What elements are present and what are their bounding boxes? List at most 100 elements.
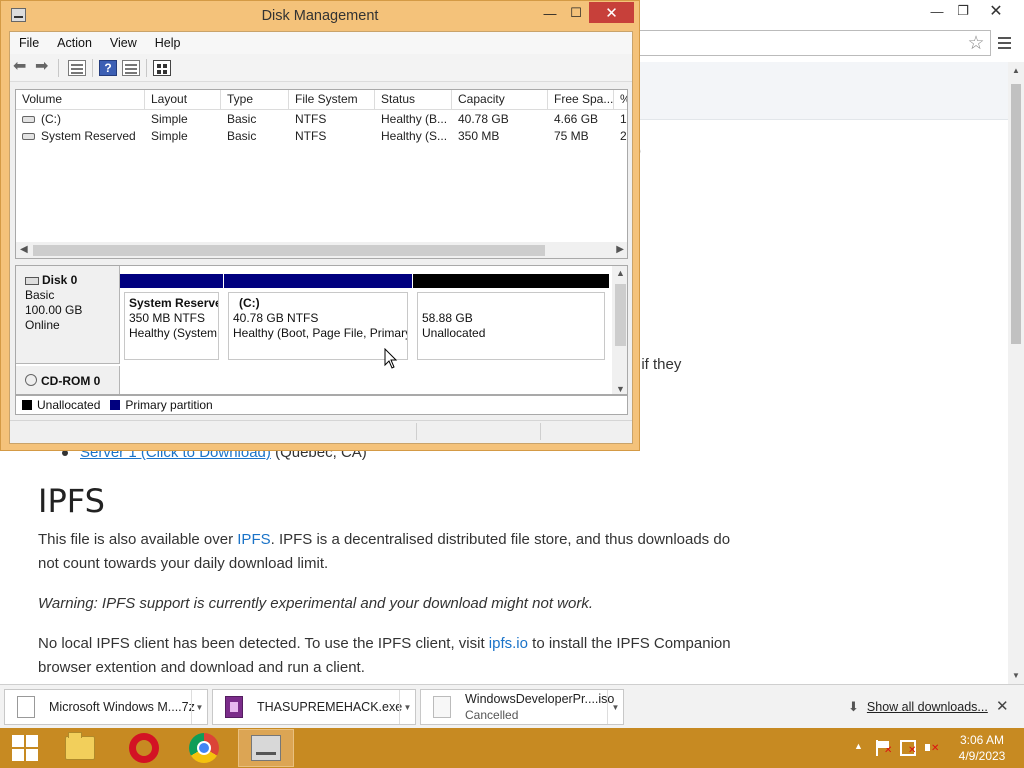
scroll-down-icon[interactable]: ▼ <box>1012 671 1020 680</box>
scroll-right-icon[interactable]: ▶ <box>616 244 624 255</box>
disk-state: Online <box>25 318 60 332</box>
cell-capacity: 350 MB <box>458 129 500 143</box>
partition-status: Healthy (System, <box>129 326 219 340</box>
chevron-down-icon[interactable]: ▼ <box>399 690 415 724</box>
cell-layout: Simple <box>151 112 188 126</box>
cell-layout: Simple <box>151 129 188 143</box>
partition-unallocated[interactable]: 58.88 GB Unallocated <box>413 274 609 364</box>
address-bar[interactable] <box>637 30 991 56</box>
column-type[interactable]: Type <box>221 90 289 109</box>
mouse-cursor-icon <box>384 348 398 369</box>
pane-splitter[interactable] <box>15 261 628 264</box>
action-center-flag-icon[interactable] <box>876 740 892 756</box>
support-suffix: if they <box>637 356 682 373</box>
ipfs-warning: Warning: IPFS support is currently exper… <box>38 595 593 612</box>
back-arrow-icon[interactable]: ⬅ <box>13 56 31 75</box>
column-percent-free[interactable]: % <box>614 90 627 109</box>
download-status: Cancelled <box>465 708 519 722</box>
chrome-icon <box>189 733 219 763</box>
scroll-down-icon[interactable]: ▼ <box>616 384 625 394</box>
window-titlebar[interactable]: Disk Management — ☐ ✕ <box>1 1 639 31</box>
menu-action[interactable]: Action <box>48 36 101 50</box>
volume-list: Volume Layout Type File System Status Ca… <box>15 89 628 259</box>
horizontal-scrollbar[interactable]: ◀ ▶ <box>16 242 627 258</box>
hard-disk-icon <box>25 276 39 285</box>
status-divider <box>416 423 417 440</box>
windows-logo-icon <box>12 735 38 761</box>
browser-minimize-icon[interactable]: — <box>922 0 952 22</box>
ipfs-io-link[interactable]: ipfs.io <box>489 635 528 652</box>
cell-status: Healthy (S... <box>381 129 448 143</box>
scroll-thumb[interactable] <box>1011 84 1021 344</box>
download-item[interactable]: Microsoft Windows M....7z ▼ <box>4 689 208 725</box>
taskbar-file-explorer[interactable] <box>52 729 108 767</box>
clock[interactable]: 3:06 AM 4/9/2023 <box>952 732 1012 764</box>
settings-icon[interactable] <box>153 60 171 76</box>
partition-name: System Reserve <box>129 296 219 310</box>
scroll-up-icon[interactable]: ▲ <box>1012 66 1020 75</box>
column-file-system[interactable]: File System <box>289 90 375 109</box>
show-hidden-icons-icon[interactable]: ▲ <box>854 741 863 751</box>
window-client-area: File Action View Help ⬅ ➡ ? Volume Layou… <box>9 31 633 444</box>
ipfs-link[interactable]: IPFS <box>237 531 270 548</box>
scroll-thumb[interactable] <box>33 245 545 256</box>
browser-close-icon[interactable]: ✕ <box>980 0 1012 22</box>
legend-label: Unallocated <box>37 398 101 412</box>
partition-size: 40.78 GB NTFS <box>233 311 319 325</box>
volume-muted-icon[interactable] <box>924 740 940 756</box>
network-icon[interactable] <box>900 740 916 756</box>
browser-menu-icon[interactable] <box>994 30 1016 56</box>
show-all-label: Show all downloads... <box>866 700 988 714</box>
disk-0-label[interactable]: Disk 0 Basic 100.00 GB Online <box>16 266 120 364</box>
help-icon[interactable]: ? <box>99 60 117 76</box>
page-scrollbar[interactable]: ▲ ▼ <box>1008 62 1024 684</box>
cdrom-label[interactable]: CD-ROM 0 <box>16 366 120 394</box>
show-hide-console-tree-icon[interactable] <box>68 60 86 76</box>
partition-system-reserved[interactable]: System Reserve 350 MB NTFS Healthy (Syst… <box>120 274 223 364</box>
menu-help[interactable]: Help <box>146 36 190 50</box>
column-capacity[interactable]: Capacity <box>452 90 548 109</box>
legend: Unallocated Primary partition <box>15 395 628 415</box>
browser-restore-icon[interactable]: ❐ <box>950 0 976 22</box>
minimize-icon[interactable]: — <box>537 3 563 23</box>
table-header: Volume Layout Type File System Status Ca… <box>16 90 627 110</box>
vertical-scrollbar[interactable]: ▲ ▼ <box>612 266 627 394</box>
bookmark-star-icon[interactable]: ☆ <box>964 30 988 56</box>
partition-name <box>422 296 604 311</box>
cell-type: Basic <box>227 112 257 126</box>
table-row[interactable]: System Reserved Simple Basic NTFS Health… <box>16 128 627 145</box>
menu-file[interactable]: File <box>10 36 48 50</box>
chevron-down-icon[interactable]: ▼ <box>607 690 623 724</box>
chevron-down-icon[interactable]: ▼ <box>191 690 207 724</box>
taskbar-disk-management[interactable] <box>238 729 294 767</box>
column-status[interactable]: Status <box>375 90 452 109</box>
partition-bar <box>120 274 223 288</box>
menu-view[interactable]: View <box>101 36 146 50</box>
maximize-icon[interactable]: ☐ <box>563 3 589 23</box>
show-all-downloads-link[interactable]: ⬇ Show all downloads... <box>848 699 988 715</box>
forward-arrow-icon[interactable]: ➡ <box>35 56 53 75</box>
table-row[interactable]: (C:) Simple Basic NTFS Healthy (B... 40.… <box>16 111 627 128</box>
partition-status: Unallocated <box>422 326 486 340</box>
cdrom-icon <box>25 374 37 386</box>
download-item[interactable]: WindowsDeveloperPr....iso Cancelled ▼ <box>420 689 624 725</box>
column-free-space[interactable]: Free Spa... <box>548 90 614 109</box>
ipfs-heading: IPFS <box>38 482 105 520</box>
start-button[interactable] <box>0 728 50 768</box>
scroll-up-icon[interactable]: ▲ <box>616 268 625 278</box>
properties-icon[interactable] <box>122 60 140 76</box>
taskbar-opera[interactable] <box>116 729 172 767</box>
close-download-bar-icon[interactable]: ✕ <box>996 697 1009 715</box>
column-volume[interactable]: Volume <box>16 90 145 109</box>
download-item[interactable]: THASUPREMEHACK.exe ▼ <box>212 689 416 725</box>
scroll-left-icon[interactable]: ◀ <box>20 244 28 255</box>
close-icon[interactable]: ✕ <box>589 2 634 23</box>
legend-item-primary: Primary partition <box>110 398 213 412</box>
taskbar-chrome[interactable] <box>176 729 232 767</box>
scroll-thumb[interactable] <box>615 284 626 346</box>
column-layout[interactable]: Layout <box>145 90 221 109</box>
cell-type: Basic <box>227 129 257 143</box>
disk-name: Disk 0 <box>25 273 119 288</box>
cell-free-space: 75 MB <box>554 129 589 143</box>
partition-size: 350 MB NTFS <box>129 311 206 325</box>
